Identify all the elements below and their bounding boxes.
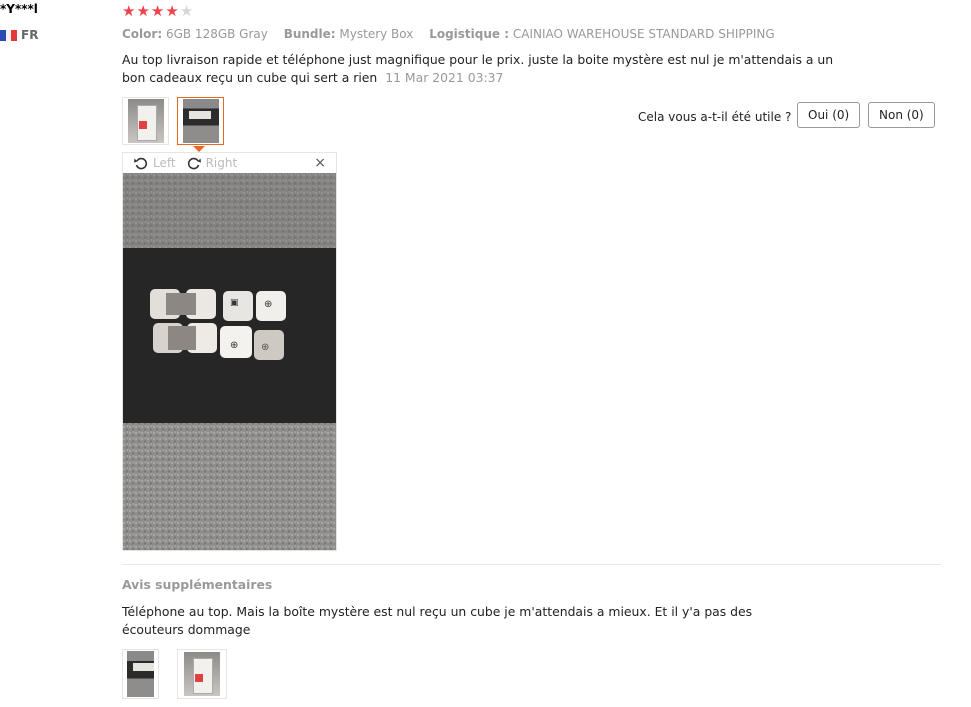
cube-photo: [182, 99, 219, 143]
star-icon: ★: [165, 2, 179, 20]
star-empty-icon: ★: [179, 2, 194, 20]
country-code: FR: [21, 28, 39, 42]
enlarged-review-photo: ▣ ⊕ ⊕ ⊕: [123, 173, 336, 550]
review-photo-thumb-2[interactable]: [177, 97, 224, 145]
spec-color: Color: 6GB 128GB Gray: [122, 27, 268, 41]
star-rating: ★ ★ ★ ★ ★: [122, 3, 193, 19]
reviewer-name: *Y***l: [0, 2, 38, 16]
star-icon: ★: [122, 2, 136, 20]
helpful-yes-button[interactable]: Oui (0): [797, 102, 861, 128]
svg-text:⊕: ⊕: [264, 299, 272, 310]
rotate-right-icon: [187, 157, 201, 170]
star-icon: ★: [136, 2, 150, 20]
photo-viewer: Left Right × ▣ ⊕ ⊕ ⊕: [122, 152, 337, 551]
review-text: Au top livraison rapide et téléphone jus…: [122, 51, 852, 87]
france-flag-icon: [0, 29, 18, 41]
rotate-right-button[interactable]: Right: [186, 155, 237, 171]
viewer-toolbar: Left Right ×: [123, 153, 336, 173]
cube-photo: [127, 651, 154, 697]
rotate-left-icon: [134, 157, 148, 170]
svg-text:▣: ▣: [230, 298, 239, 308]
helpful-question: Cela vous a-t-il été utile ?: [638, 110, 792, 124]
phone-box-photo: [127, 99, 164, 143]
review-date: 11 Mar 2021 03:37: [385, 70, 504, 85]
helpful-no-button[interactable]: Non (0): [868, 102, 935, 128]
close-viewer-button[interactable]: ×: [314, 155, 326, 171]
order-specs: Color: 6GB 128GB Gray Bundle: Mystery Bo…: [122, 27, 787, 41]
additional-review-title: Avis supplémentaires: [122, 577, 273, 592]
spec-logistics: Logistique : CAINIAO WAREHOUSE STANDARD …: [429, 27, 775, 41]
review-photo-thumb-1[interactable]: [122, 97, 169, 145]
spec-bundle: Bundle: Mystery Box: [283, 27, 414, 41]
additional-photo-thumb-2[interactable]: [177, 649, 227, 699]
svg-text:⊕: ⊕: [261, 342, 269, 353]
rotate-left-button[interactable]: Left: [133, 155, 176, 171]
additional-review-text: Téléphone au top. Mais la boîte mystère …: [122, 604, 753, 637]
star-icon: ★: [150, 2, 165, 20]
phone-box-photo: [184, 652, 220, 696]
svg-text:⊕: ⊕: [230, 340, 238, 351]
reviewer-country: FR: [0, 28, 38, 42]
additional-photo-thumb-1[interactable]: [122, 649, 159, 699]
section-divider: [122, 564, 941, 565]
